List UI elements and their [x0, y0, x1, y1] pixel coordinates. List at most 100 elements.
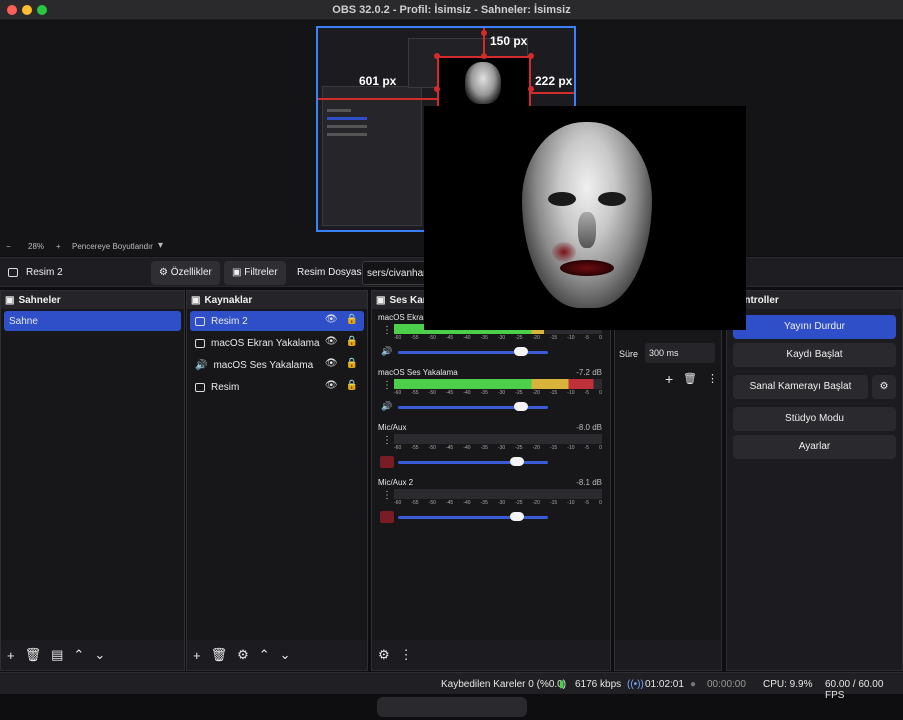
scenes-title-text: Sahneler — [18, 294, 61, 306]
zoom-dropdown-icon[interactable]: ▾ — [158, 240, 163, 251]
fit-to-window-button[interactable]: Pencereye Boyutlandır — [72, 242, 153, 251]
resize-handle[interactable] — [481, 53, 487, 59]
scale-tick-label: -10 — [567, 335, 575, 341]
move-down-icon[interactable]: ⌄ — [94, 647, 105, 663]
volume-slider[interactable] — [398, 457, 548, 466]
lock-icon[interactable]: 🔒 — [346, 380, 358, 391]
resize-handle[interactable] — [434, 53, 440, 59]
visibility-eye-icon[interactable]: 👁 — [325, 336, 338, 347]
source-item[interactable]: macOS Ekran Yakalama 👁 🔒 — [190, 333, 364, 353]
volume-slider[interactable] — [398, 402, 548, 411]
lock-icon[interactable]: 🔒 — [346, 358, 358, 369]
source-item[interactable]: 🔊 macOS Ses Yakalama 👁 🔒 — [190, 355, 364, 375]
track-name: macOS Ses Yakalama — [378, 368, 458, 377]
source-image-thumbnail — [465, 62, 501, 104]
visibility-eye-icon[interactable]: 👁 — [325, 358, 338, 369]
guide-line-left — [318, 98, 438, 100]
volume-slider[interactable] — [398, 347, 548, 356]
start-virtual-camera-button[interactable]: Sanal Kamerayı Başlat — [733, 375, 868, 399]
add-transition-icon[interactable]: + — [665, 371, 673, 387]
add-scene-icon[interactable]: + — [7, 648, 15, 663]
image-icon — [195, 382, 205, 392]
virtual-camera-settings-icon[interactable]: ⚙ — [872, 375, 896, 399]
add-source-icon[interactable]: + — [193, 648, 201, 663]
speaker-icon: 🔊 — [195, 359, 208, 371]
duration-label: Süre — [619, 349, 639, 359]
transitions-dock: Süre 300 ms + 🗑 ⋮ — [614, 290, 722, 671]
mixer-track: macOS Ses Yakalama -7.2 dB ⋮ -60 -55 -50 -4… — [376, 366, 606, 421]
scale-tick-label: -50 — [428, 445, 436, 451]
visibility-eye-icon[interactable]: 👁 — [325, 314, 338, 325]
scale-tick-label: 0 — [599, 500, 602, 506]
volume-slider[interactable] — [398, 512, 548, 521]
advanced-audio-icon[interactable]: ⚙ — [378, 647, 390, 663]
source-item[interactable]: Resim 2 👁 🔒 — [190, 311, 364, 331]
mixer-menu-icon[interactable]: ⋮ — [400, 647, 413, 663]
start-recording-button[interactable]: Kaydı Başlat — [733, 343, 896, 367]
properties-button[interactable]: ⚙ Özellikler — [151, 261, 220, 285]
scale-tick-label: -50 — [428, 500, 436, 506]
scale-tick-label: -35 — [480, 445, 488, 451]
source-item[interactable]: Resim 👁 🔒 — [190, 377, 364, 397]
studio-mode-button[interactable]: Stüdyo Modu — [733, 407, 896, 431]
settings-button[interactable]: Ayarlar — [733, 435, 896, 459]
scale-tick-label: -60 — [394, 445, 402, 451]
record-time-text: 00:00:00 — [707, 679, 746, 690]
resize-handle[interactable] — [528, 86, 534, 92]
record-icon: ● — [690, 679, 697, 690]
track-menu-icon[interactable]: ⋮ — [382, 380, 392, 391]
level-meter — [394, 379, 602, 389]
scale-tick-label: -5 — [584, 500, 590, 506]
macos-dock[interactable] — [377, 697, 527, 717]
move-up-icon[interactable]: ⌃ — [73, 647, 84, 663]
lock-icon[interactable]: 🔒 — [346, 336, 358, 347]
zoom-out-button[interactable]: − — [6, 242, 11, 251]
volume-knob[interactable] — [509, 512, 524, 521]
track-menu-icon[interactable]: ⋮ — [382, 435, 392, 446]
status-bar: Kaybedilen Kareler 0 (%0.0) ▮ 6176 kbps … — [0, 672, 903, 701]
meter-scale: -60 -55 -50 -45 -40 -35 -30 -25 -20 -15 -10 -5 0 — [394, 500, 602, 506]
guide-line-right — [528, 92, 574, 94]
cpu-text: CPU: 9.9% — [763, 679, 813, 690]
sources-title: ▣ Kaynaklar — [187, 291, 367, 309]
muted-speaker-icon[interactable] — [380, 456, 394, 468]
filters-button[interactable]: ▣ Filtreler — [224, 261, 286, 285]
move-down-icon[interactable]: ⌄ — [280, 647, 291, 663]
muted-speaker-icon[interactable] — [380, 511, 394, 523]
zoom-in-button[interactable]: + — [56, 242, 61, 251]
speaker-icon[interactable]: 🔊 — [380, 401, 394, 413]
resize-handle[interactable] — [528, 53, 534, 59]
mixer-track: Mic/Aux 2 -8.1 dB ⋮ -60 -55 -50 -45 -40 -35 -3… — [376, 476, 606, 531]
scene-filters-icon[interactable]: ▤ — [51, 647, 63, 663]
visibility-eye-icon[interactable]: 👁 — [325, 380, 338, 391]
scale-tick-label: -40 — [463, 390, 471, 396]
speaker-icon[interactable]: 🔊 — [380, 346, 394, 358]
scene-item[interactable]: Sahne — [4, 311, 181, 331]
lock-icon[interactable]: 🔒 — [346, 314, 358, 325]
volume-knob[interactable] — [509, 457, 524, 466]
scenes-title: ▣ Sahneler — [1, 291, 184, 309]
scale-tick-label: -20 — [532, 500, 540, 506]
source-item-label: macOS Ses Yakalama — [213, 359, 314, 371]
transition-menu-icon[interactable]: ⋮ — [707, 372, 718, 385]
remove-transition-icon[interactable]: 🗑 — [683, 372, 697, 385]
remove-source-icon[interactable]: 🗑 — [211, 647, 228, 663]
track-menu-icon[interactable]: ⋮ — [382, 325, 392, 336]
duration-field[interactable]: 300 ms — [645, 343, 715, 363]
resize-handle[interactable] — [481, 30, 487, 36]
stop-stream-button[interactable]: Yayını Durdur — [733, 315, 896, 339]
volume-knob[interactable] — [514, 347, 528, 356]
move-up-icon[interactable]: ⌃ — [259, 647, 270, 663]
image-file-label: Resim Dosyası — [297, 267, 365, 278]
volume-knob[interactable] — [514, 402, 528, 411]
track-db: -7.2 dB — [576, 368, 602, 377]
remove-scene-icon[interactable]: 🗑 — [25, 647, 42, 663]
scale-tick-label: -30 — [497, 445, 506, 451]
scale-tick-label: -60 — [394, 335, 402, 341]
resize-handle[interactable] — [434, 86, 440, 92]
image-file-path-field[interactable]: sers/civanhan/ — [362, 261, 432, 285]
source-settings-icon[interactable]: ⚙ — [237, 647, 249, 663]
scale-tick-label: -35 — [480, 390, 488, 396]
track-menu-icon[interactable]: ⋮ — [382, 490, 392, 501]
scale-tick-label: -40 — [463, 335, 471, 341]
